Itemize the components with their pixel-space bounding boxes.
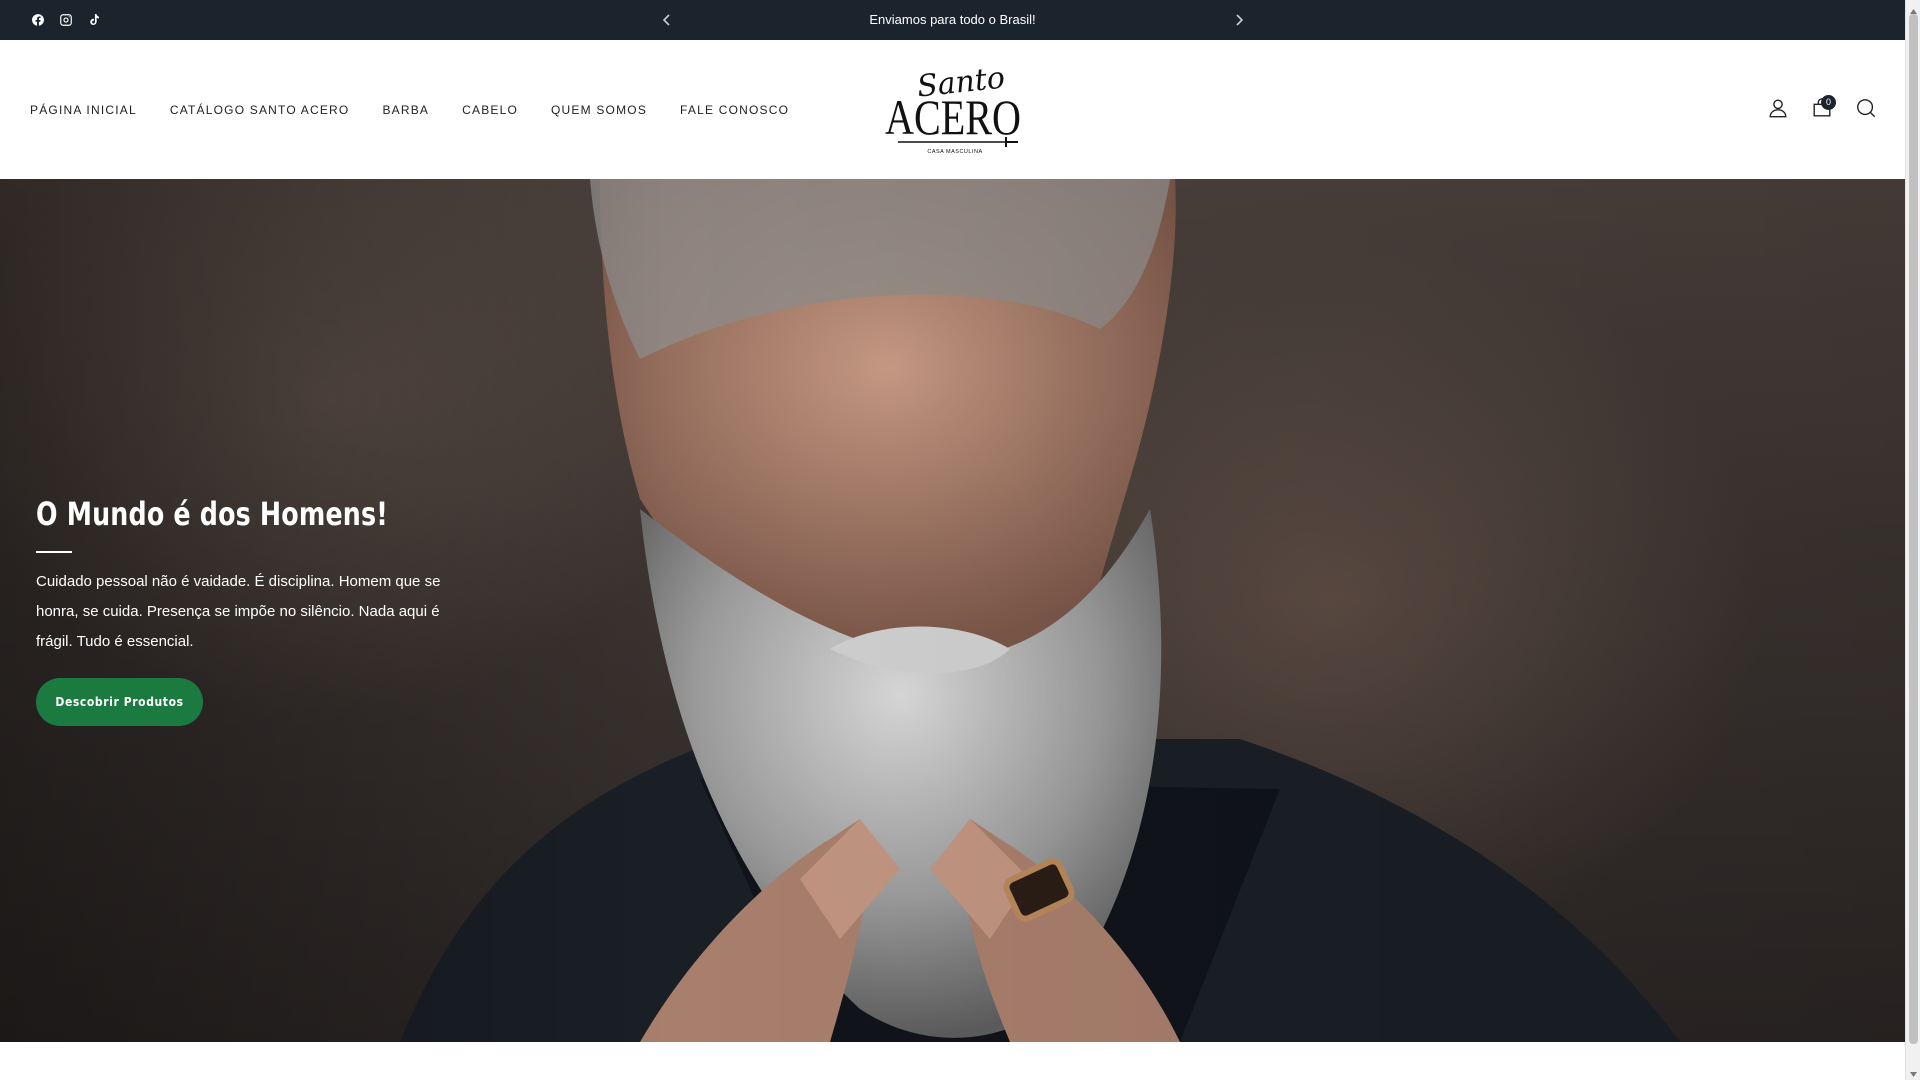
user-icon (1769, 99, 1787, 118)
chevron-right-icon (1236, 14, 1244, 26)
announcement-message: Enviamos para todo o Brasil! (869, 12, 1036, 27)
scroll-thumb[interactable] (1909, 14, 1918, 1044)
nav-item-barba[interactable]: BARBA (382, 103, 429, 117)
nav-item-cabelo[interactable]: CABELO (462, 103, 518, 117)
site-header: PÁGINA INICIAL CATÁLOGO SANTO ACERO BARB… (0, 40, 1905, 179)
hero-banner: O Mundo é dos Homens! Cuidado pessoal nã… (0, 179, 1905, 1042)
hero-title: O Mundo é dos Homens! (36, 495, 389, 533)
logo-main-text: ACERO (885, 89, 1021, 145)
search-icon (1857, 99, 1876, 118)
scroll-up-button[interactable] (1909, 3, 1918, 14)
cart-count-badge: 0 (1821, 95, 1836, 110)
announcement-prev-button[interactable] (657, 10, 677, 30)
instagram-icon[interactable] (58, 12, 74, 28)
hero-content: O Mundo é dos Homens! Cuidado pessoal nã… (36, 495, 476, 726)
hero-divider (36, 551, 72, 553)
hero-text: Cuidado pessoal não é vaidade. É discipl… (36, 573, 441, 650)
announcement-next-button[interactable] (1229, 10, 1249, 30)
scroll-down-button[interactable] (1909, 1066, 1918, 1077)
discover-products-button[interactable]: Descobrir Produtos (36, 678, 203, 726)
logo-tagline: CASA MASCULINA (927, 149, 982, 155)
tiktok-icon[interactable] (86, 12, 102, 28)
nav-item-catalogo[interactable]: CATÁLOGO SANTO ACERO (170, 103, 350, 117)
nav-item-quem-somos[interactable]: QUEM SOMOS (551, 103, 647, 117)
announcement-bar: Enviamos para todo o Brasil! (0, 0, 1905, 40)
main-navigation: PÁGINA INICIAL CATÁLOGO SANTO ACERO BARB… (30, 40, 789, 179)
nav-item-fale-conosco[interactable]: FALE CONOSCO (680, 103, 789, 117)
page-scrollbar[interactable] (1905, 0, 1920, 1080)
nav-item-pagina-inicial[interactable]: PÁGINA INICIAL (30, 103, 137, 117)
chevron-left-icon (662, 14, 670, 26)
facebook-icon[interactable] (30, 12, 46, 28)
search-button[interactable] (1854, 96, 1878, 120)
triangle-down-icon (1910, 1072, 1917, 1077)
site-logo[interactable]: Santo ACERO CASA MASCULINA (880, 61, 1026, 158)
social-links (30, 12, 102, 28)
account-button[interactable] (1766, 96, 1790, 120)
